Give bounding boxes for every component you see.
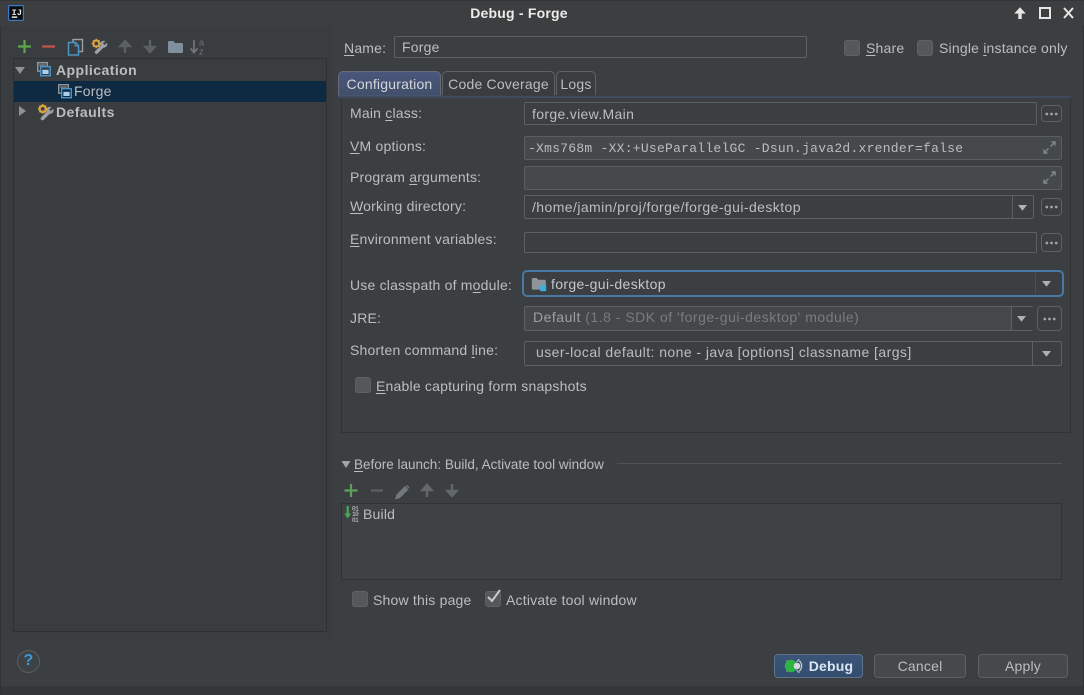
- svg-text:z: z: [199, 47, 204, 57]
- svg-text:01: 01: [352, 517, 359, 524]
